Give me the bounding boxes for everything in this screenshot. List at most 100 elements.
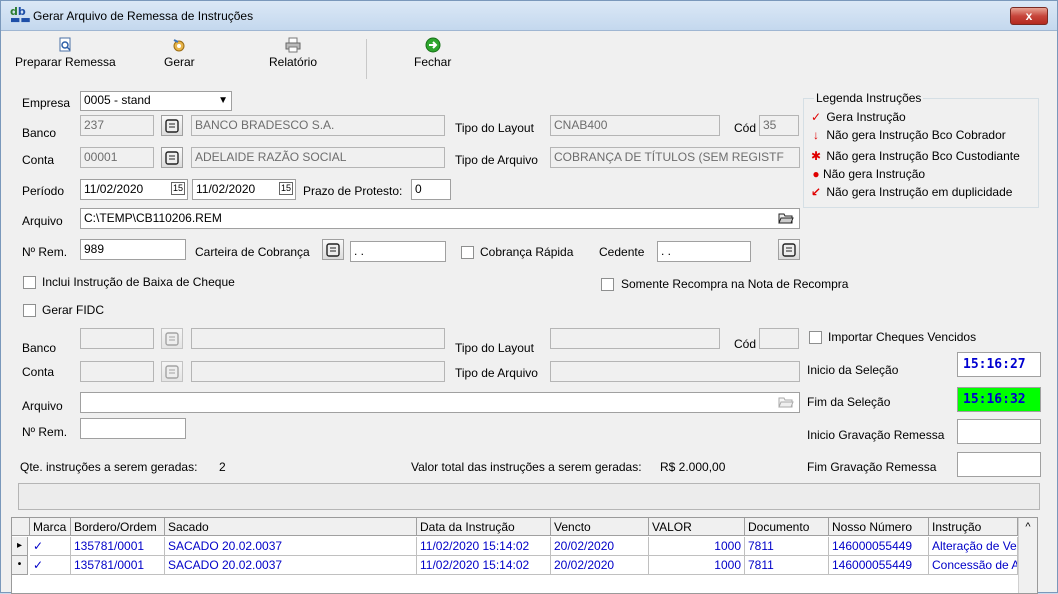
cedente-lookup-button[interactable] bbox=[778, 239, 800, 260]
close-button[interactable]: x bbox=[1010, 7, 1048, 25]
cell-nosso-numero[interactable]: 146000055449 bbox=[829, 556, 929, 575]
cell-bordero[interactable]: 135781/0001 bbox=[71, 537, 165, 556]
grid-vertical-scrollbar[interactable]: ^ bbox=[1018, 518, 1037, 593]
fidc-conta-label: Conta bbox=[22, 365, 55, 379]
periodo-label: Período bbox=[22, 184, 65, 198]
lookup-book-icon bbox=[165, 364, 179, 379]
conta-lookup-button[interactable] bbox=[161, 147, 183, 168]
inicio-selecao-time: 15:16:27 bbox=[957, 352, 1041, 377]
asterisk-icon: ✱ bbox=[810, 149, 822, 163]
baixa-cheque-checkbox[interactable] bbox=[23, 276, 36, 289]
cell-documento[interactable]: 7811 bbox=[745, 537, 829, 556]
qte-instrucoes-label: Qte. instruções a serem geradas: bbox=[20, 460, 198, 474]
cell-nosso-numero[interactable]: 146000055449 bbox=[829, 537, 929, 556]
banco-lookup-button[interactable] bbox=[161, 115, 183, 136]
grid-header-instrucao[interactable]: Instrução bbox=[929, 518, 1018, 536]
prazo-protesto-field[interactable]: 0 bbox=[411, 179, 451, 200]
conta-label: Conta bbox=[22, 153, 55, 167]
carteira-lookup-button[interactable] bbox=[322, 239, 344, 260]
carteira-label: Carteira de Cobrança bbox=[195, 245, 310, 259]
fidc-banco-lookup-button bbox=[161, 328, 183, 349]
cell-documento[interactable]: 7811 bbox=[745, 556, 829, 575]
grid-header-marca[interactable]: Marca bbox=[30, 518, 71, 536]
somente-recompra-label: Somente Recompra na Nota de Recompra bbox=[621, 277, 849, 291]
importar-cheques-label: Importar Cheques Vencidos bbox=[828, 330, 977, 344]
arquivo-field[interactable]: C:\TEMP\CB110206.REM bbox=[80, 208, 800, 229]
blob-icon: ● bbox=[812, 167, 820, 181]
gear-generate-icon bbox=[173, 39, 185, 52]
tipo-layout-label: Tipo do Layout bbox=[455, 121, 534, 135]
fidc-conta-code-field bbox=[80, 361, 154, 382]
cell-sacado[interactable]: SACADO 20.02.0037 bbox=[165, 556, 417, 575]
somente-recompra-checkbox[interactable] bbox=[601, 278, 614, 291]
cell-sacado[interactable]: SACADO 20.02.0037 bbox=[165, 537, 417, 556]
cell-instrucao[interactable]: Alteração de Ve bbox=[929, 537, 1018, 556]
cell-data[interactable]: 11/02/2020 15:14:02 bbox=[417, 556, 551, 575]
open-folder-icon[interactable] bbox=[778, 211, 794, 228]
gerar-button[interactable]: Gerar bbox=[164, 37, 195, 69]
down-arrow-icon: ↓ bbox=[813, 128, 819, 142]
periodo-fim-field[interactable]: 11/02/2020 15 bbox=[192, 179, 296, 200]
grid-header-vencto[interactable]: Vencto bbox=[551, 518, 649, 536]
grid-header-sacado[interactable]: Sacado bbox=[165, 518, 417, 536]
grid-header-nosso-numero[interactable]: Nosso Número bbox=[829, 518, 929, 536]
grid-header-documento[interactable]: Documento bbox=[745, 518, 829, 536]
cell-vencto[interactable]: 20/02/2020 bbox=[551, 537, 649, 556]
row-indicator: ▸ bbox=[12, 537, 28, 556]
nrem-label: Nº Rem. bbox=[22, 245, 68, 259]
gerar-fidc-label: Gerar FIDC bbox=[42, 303, 105, 317]
grid-header-valor[interactable]: VALOR bbox=[649, 518, 745, 536]
inicio-selecao-label: Inicio da Seleção bbox=[807, 363, 899, 377]
cell-vencto[interactable]: 20/02/2020 bbox=[551, 556, 649, 575]
calendar-icon[interactable]: 15 bbox=[170, 182, 185, 195]
banco-code-field[interactable]: 237 bbox=[80, 115, 154, 136]
lookup-book-icon bbox=[782, 242, 796, 257]
preparar-remessa-button[interactable]: Preparar Remessa bbox=[15, 37, 116, 69]
cedente-label: Cedente bbox=[599, 245, 645, 259]
relatorio-button[interactable]: Relatório bbox=[269, 37, 317, 69]
cobranca-rapida-checkbox[interactable] bbox=[461, 246, 474, 259]
cell-bordero[interactable]: 135781/0001 bbox=[71, 556, 165, 575]
cell-marca[interactable]: ✓ bbox=[30, 556, 71, 575]
exit-arrow-icon bbox=[425, 37, 441, 53]
conta-code-field[interactable]: 00001 bbox=[80, 147, 154, 168]
cell-valor[interactable]: 1000 bbox=[649, 537, 745, 556]
instrucoes-grid[interactable]: Marca Bordero/Ordem Sacado Data da Instr… bbox=[11, 517, 1038, 594]
toolbar-separator bbox=[366, 39, 367, 79]
cell-instrucao[interactable]: Concessão de A bbox=[929, 556, 1018, 575]
valor-total-label: Valor total das instruções a serem gerad… bbox=[411, 460, 642, 474]
cedente-field[interactable]: . . bbox=[657, 241, 751, 262]
legend-item-gera: ✓ Gera Instrução bbox=[809, 110, 906, 124]
banco-label: Banco bbox=[22, 126, 57, 140]
nrem-field[interactable]: 989 bbox=[80, 239, 186, 260]
chevron-down-icon: ▼ bbox=[218, 95, 228, 106]
empresa-select[interactable]: 0005 - stand ▼ bbox=[80, 91, 232, 111]
empresa-label: Empresa bbox=[22, 96, 71, 110]
cod-label: Cód bbox=[734, 121, 757, 135]
arquivo-label: Arquivo bbox=[22, 214, 63, 228]
periodo-inicio-field[interactable]: 11/02/2020 15 bbox=[80, 179, 188, 200]
calendar-icon[interactable]: 15 bbox=[278, 182, 293, 195]
importar-cheques-checkbox[interactable] bbox=[809, 331, 822, 344]
preparar-label: Preparar Remessa bbox=[15, 55, 116, 69]
gerar-fidc-checkbox[interactable] bbox=[23, 304, 36, 317]
cell-marca[interactable]: ✓ bbox=[30, 537, 71, 556]
legend-text: Não gera Instrução em duplicidade bbox=[826, 185, 1013, 199]
valor-total-value: R$ 2.000,00 bbox=[660, 460, 726, 474]
cell-data[interactable]: 11/02/2020 15:14:02 bbox=[417, 537, 551, 556]
fechar-button[interactable]: Fechar bbox=[414, 37, 451, 69]
legend-text: Gera Instrução bbox=[826, 110, 906, 124]
grid-header-data[interactable]: Data da Instrução bbox=[417, 518, 551, 536]
fidc-nrem-field[interactable] bbox=[80, 418, 186, 439]
scroll-up-icon[interactable]: ^ bbox=[1019, 518, 1037, 533]
cell-valor[interactable]: 1000 bbox=[649, 556, 745, 575]
tipo-layout-field: CNAB400 bbox=[550, 115, 720, 136]
fidc-arquivo-field[interactable] bbox=[80, 392, 800, 413]
carteira-field[interactable]: . . bbox=[350, 241, 446, 262]
inicio-gravacao-field bbox=[957, 419, 1041, 444]
conta-name-field: ADELAIDE RAZÃO SOCIAL bbox=[191, 147, 445, 168]
fidc-conta-name-field bbox=[191, 361, 445, 382]
grid-header-bordero[interactable]: Bordero/Ordem bbox=[71, 518, 165, 536]
legend-text: Não gera Instrução bbox=[823, 167, 926, 181]
tipo-arquivo-field: COBRANÇA DE TÍTULOS (SEM REGISTF bbox=[550, 147, 800, 168]
